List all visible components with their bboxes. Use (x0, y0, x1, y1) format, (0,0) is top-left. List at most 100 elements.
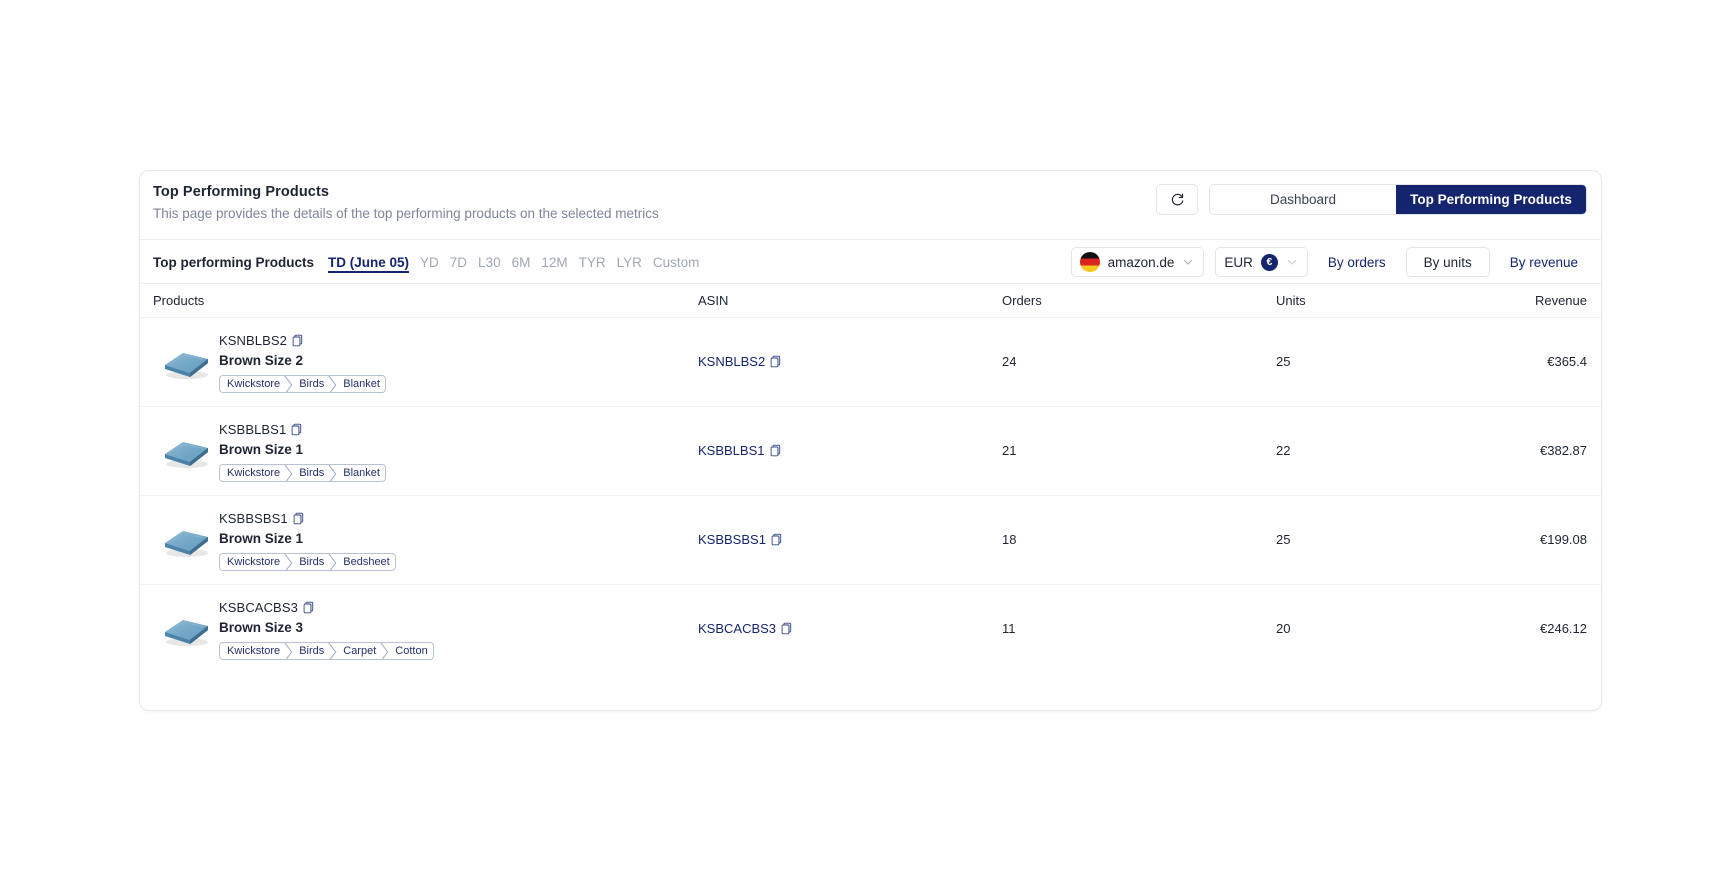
copy-sku-icon[interactable] (292, 334, 303, 347)
asin-value: KSBBLBS1 (698, 443, 765, 458)
product-info: KSBBLBS1 Brown Size 1 Kwickstore Birds Bla… (219, 420, 386, 482)
revenue-value: €365.4 (1547, 354, 1587, 369)
breadcrumb-segment[interactable]: Cotton (386, 643, 432, 659)
breadcrumb-segment[interactable]: Blanket (334, 376, 385, 392)
filter-controls: amazon.de EUR € By orders By units By re… (1070, 240, 1587, 284)
breadcrumb-segment[interactable]: Kwickstore (220, 554, 285, 570)
orders-value: 11 (1002, 621, 1016, 636)
product-name: Brown Size 2 (219, 353, 304, 368)
product-name: Brown Size 1 (219, 531, 304, 546)
asin-cell[interactable]: KSNBLBS2 (698, 354, 781, 369)
copy-asin-icon[interactable] (771, 533, 782, 546)
asin-cell[interactable]: KSBBLBS1 (698, 443, 781, 458)
currency-select[interactable]: EUR € (1215, 247, 1308, 277)
breadcrumb-segment[interactable]: Birds (290, 554, 329, 570)
tab-dashboard[interactable]: Dashboard (1210, 185, 1396, 214)
asin-value: KSBCACBS3 (698, 621, 777, 636)
range-td[interactable]: TD (June 05) (327, 254, 410, 271)
copy-sku-icon[interactable] (303, 601, 314, 614)
range-yd[interactable]: YD (419, 254, 440, 271)
asin-cell[interactable]: KSBBSBS1 (698, 532, 782, 547)
breadcrumb-segment[interactable]: Birds (290, 643, 329, 659)
chevron-down-icon (1184, 259, 1193, 265)
table-row[interactable]: KSBBLBS1 Brown Size 1 Kwickstore Birds Bla… (140, 407, 1601, 496)
sku-line: KSBCACBS3 (219, 598, 434, 616)
range-l30[interactable]: L30 (477, 254, 502, 271)
sku-line: KSBBLBS1 (219, 420, 386, 438)
orders-value: 24 (1002, 354, 1017, 369)
breadcrumb-segment[interactable]: Carpet (334, 643, 381, 659)
table-body: KSNBLBS2 Brown Size 2 Kwickstore Birds Bla… (140, 318, 1601, 674)
product-info: KSBBSBS1 Brown Size 1 Kwickstore Birds Bed… (219, 509, 396, 571)
asin-cell[interactable]: KSBCACBS3 (698, 621, 792, 636)
product-thumbnail (165, 620, 208, 646)
column-header-units: Units (1276, 293, 1306, 308)
breadcrumb-segment[interactable]: Birds (290, 376, 329, 392)
revenue-value: €199.08 (1540, 532, 1587, 547)
range-6m[interactable]: 6M (511, 254, 532, 271)
breadcrumb-segment[interactable]: Birds (290, 465, 329, 481)
copy-asin-icon[interactable] (781, 622, 792, 635)
table-row[interactable]: KSBCACBS3 Brown Size 3 Kwickstore Birds Ca… (140, 585, 1601, 674)
revenue-value: €246.12 (1540, 621, 1587, 636)
range-custom[interactable]: Custom (652, 254, 701, 271)
product-name: Brown Size 3 (219, 620, 304, 635)
copy-asin-icon[interactable] (770, 355, 781, 368)
units-value: 25 (1276, 354, 1291, 369)
copy-asin-icon[interactable] (770, 444, 781, 457)
product-thumbnail (165, 442, 208, 468)
top-performing-products-card: Top Performing Products This page provid… (139, 170, 1602, 711)
copy-sku-icon[interactable] (291, 423, 302, 436)
breadcrumb-segment[interactable]: Blanket (334, 465, 385, 481)
orders-value: 18 (1002, 532, 1017, 547)
product-sku: KSBCACBS3 (219, 599, 298, 615)
refresh-icon (1170, 192, 1185, 207)
refresh-button[interactable] (1156, 184, 1198, 215)
product-thumbnail (165, 353, 208, 379)
page-root: Top Performing Products This page provid… (0, 0, 1734, 876)
product-sku: KSBBSBS1 (219, 510, 288, 526)
chevron-down-icon (1287, 259, 1296, 265)
header-actions: Dashboard Top Performing Products (1156, 184, 1587, 215)
column-header-asin: ASIN (698, 293, 729, 308)
breadcrumb-segment[interactable]: Kwickstore (220, 376, 285, 392)
product-info: KSNBLBS2 Brown Size 2 Kwickstore Birds Bla… (219, 331, 386, 393)
section-label: Top performing Products (153, 254, 314, 270)
sort-by-orders-button[interactable]: By orders (1319, 247, 1395, 277)
page-title: Top Performing Products (153, 184, 330, 200)
breadcrumb-segment[interactable]: Kwickstore (220, 643, 285, 659)
range-lyr[interactable]: LYR (616, 254, 643, 271)
product-breadcrumb: Kwickstore Birds Carpet Cotton (219, 642, 434, 660)
date-range-group: Top performing Products TD (June 05) YD … (153, 240, 700, 284)
product-sku: KSBBLBS1 (219, 421, 287, 437)
card-header: Top Performing Products This page provid… (140, 171, 1601, 240)
column-header-revenue: Revenue (1534, 293, 1587, 308)
table-row[interactable]: KSBBSBS1 Brown Size 1 Kwickstore Birds Bed… (140, 496, 1601, 585)
marketplace-select[interactable]: amazon.de (1070, 247, 1205, 277)
range-tyr[interactable]: TYR (578, 254, 607, 271)
units-value: 20 (1276, 621, 1291, 636)
product-sku: KSNBLBS2 (219, 332, 288, 348)
table-header: Products ASIN Orders Units Revenue (140, 284, 1601, 318)
product-thumbnail (165, 531, 208, 557)
currency-label: EUR (1224, 254, 1253, 270)
range-12m[interactable]: 12M (540, 254, 568, 271)
tab-top-performing-products[interactable]: Top Performing Products (1396, 185, 1586, 214)
units-value: 25 (1276, 532, 1291, 547)
sort-by-units-button[interactable]: By units (1405, 247, 1490, 277)
asin-value: KSBBSBS1 (698, 532, 766, 547)
product-breadcrumb: Kwickstore Birds Blanket (219, 375, 386, 393)
germany-flag-icon (1079, 252, 1100, 272)
product-name: Brown Size 1 (219, 442, 304, 457)
breadcrumb-segment[interactable]: Bedsheet (334, 554, 394, 570)
page-subtitle: This page provides the details of the to… (153, 206, 659, 221)
range-7d[interactable]: 7D (449, 254, 468, 271)
table-row[interactable]: KSNBLBS2 Brown Size 2 Kwickstore Birds Bla… (140, 318, 1601, 407)
product-breadcrumb: Kwickstore Birds Blanket (219, 464, 386, 482)
asin-value: KSNBLBS2 (698, 354, 766, 369)
view-tabs: Dashboard Top Performing Products (1209, 184, 1587, 215)
sort-by-revenue-button[interactable]: By revenue (1501, 247, 1587, 277)
column-header-products: Products (153, 293, 205, 308)
breadcrumb-segment[interactable]: Kwickstore (220, 465, 285, 481)
copy-sku-icon[interactable] (293, 512, 304, 525)
